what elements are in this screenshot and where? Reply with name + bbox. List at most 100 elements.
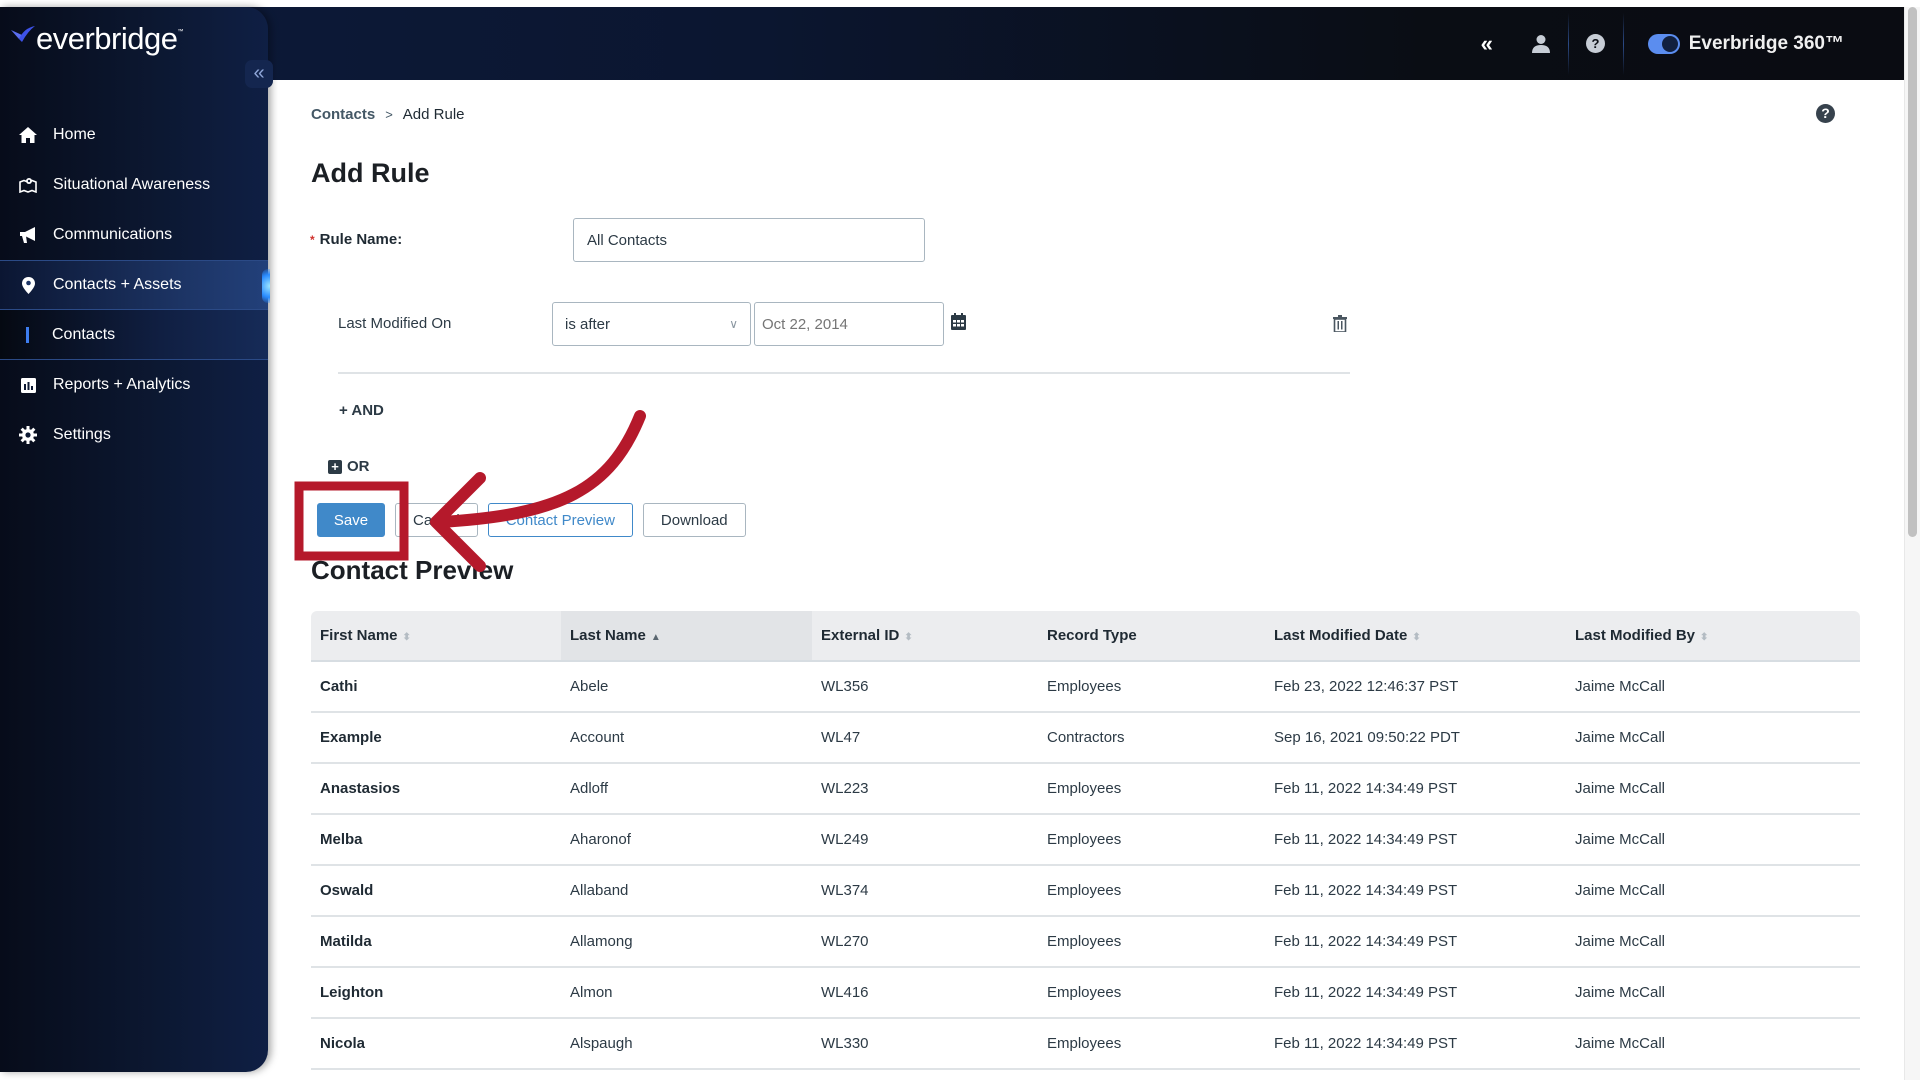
cell-last-name: Alspaugh [561, 1018, 812, 1070]
cell-external-id: WL356 [812, 661, 1038, 713]
sort-icon[interactable]: ⬍ [904, 632, 912, 643]
everbridge-logo[interactable]: everbridge ™ [10, 21, 183, 57]
table-row[interactable]: Leighton Almon WL416 Employees Feb 11, 2022 … [311, 967, 1860, 1019]
collapse-all-button[interactable]: « [1460, 7, 1514, 80]
sidebar-item-label: Contacts [52, 325, 116, 343]
sidebar-item-home[interactable]: Home [0, 110, 268, 160]
cell-last-modified-date: Sep 16, 2021 09:50:22 PDT [1265, 712, 1566, 764]
cell-last-modified-date: Feb 11, 2022 14:34:49 PST [1265, 865, 1566, 917]
column-header-label: External ID [821, 627, 900, 644]
everbridge-360-toggle[interactable] [1647, 33, 1680, 54]
column-header-record-type: Record Type [1038, 611, 1265, 662]
cell-last-modified-by: Jaime McCall [1566, 1018, 1860, 1070]
bottom-strip [0, 1072, 1904, 1080]
table-row[interactable]: Anastasios Adloff WL223 Employees Feb 11, 20… [311, 763, 1860, 815]
column-header-first-name[interactable]: First Name ⬍ [311, 611, 561, 662]
help-button[interactable]: ? [1569, 7, 1623, 80]
sort-icon[interactable]: ⬍ [1412, 632, 1420, 643]
form-actions: Save Cancel Contact Preview Download [317, 503, 746, 537]
table-row[interactable]: Example Account WL47 Contractors Sep 16, 202… [311, 712, 1860, 764]
logo-mark-icon [11, 26, 35, 42]
page-title: Add Rule [311, 158, 430, 188]
help-icon: ? [1586, 34, 1606, 53]
cell-external-id: WL249 [812, 814, 1038, 866]
cell-record-type: Employees [1038, 865, 1265, 917]
cancel-button[interactable]: Cancel [395, 503, 478, 537]
cell-first-name: Melba [311, 814, 561, 866]
plus-square-icon: + [328, 459, 342, 474]
column-header-last-modified-date[interactable]: Last Modified Date ⬍ [1265, 611, 1566, 662]
sidebar-item-reports-analytics[interactable]: Reports + Analytics [0, 360, 268, 410]
cell-external-id: WL47 [812, 712, 1038, 764]
add-and-condition-button[interactable]: + AND [339, 402, 384, 419]
calendar-icon[interactable] [951, 313, 966, 335]
location-marker-icon [18, 275, 38, 295]
svg-text:?: ? [1592, 36, 1600, 51]
cell-last-modified-by: Jaime McCall [1566, 763, 1860, 815]
cell-last-modified-date: Feb 11, 2022 14:34:49 PST [1265, 1018, 1566, 1070]
cell-last-name: Allaband [561, 865, 812, 917]
bar-chart-icon [18, 375, 38, 395]
user-profile-button[interactable] [1514, 7, 1568, 80]
sort-ascending-icon[interactable]: ▲ [651, 632, 661, 643]
contact-preview-table: First Name ⬍ Last Name ▲ External ID ⬍ Record … [311, 611, 1860, 1070]
sidebar-item-contacts-assets[interactable]: Contacts + Assets [0, 260, 270, 310]
add-or-group-button[interactable]: + OR [328, 458, 370, 475]
cell-last-modified-by: Jaime McCall [1566, 865, 1860, 917]
save-button[interactable]: Save [317, 503, 385, 537]
user-icon [1531, 34, 1550, 53]
double-chevron-left-icon: « [1480, 30, 1493, 56]
column-header-last-modified-by[interactable]: Last Modified By ⬍ [1566, 611, 1860, 662]
cell-last-modified-date: Feb 23, 2022 12:46:37 PST [1265, 661, 1566, 713]
cell-record-type: Employees [1038, 763, 1265, 815]
sidebar-item-situational-awareness[interactable]: Situational Awareness [0, 160, 268, 210]
cell-last-name: Account [561, 712, 812, 764]
condition-operator-select[interactable]: is after ∨ [552, 302, 751, 346]
chevron-down-icon: ∨ [729, 317, 738, 331]
breadcrumb: Contacts > Add Rule [311, 106, 465, 123]
column-header-last-name[interactable]: Last Name ▲ [561, 611, 812, 662]
everbridge-360-label: Everbridge 360™ [1688, 32, 1844, 54]
cell-first-name: Example [311, 712, 561, 764]
sidebar-subitem-contacts[interactable]: Contacts [0, 310, 268, 360]
home-icon [18, 125, 38, 145]
breadcrumb-current: Add Rule [402, 106, 465, 123]
cell-last-name: Allamong [561, 916, 812, 968]
sidebar-item-communications[interactable]: Communications [0, 210, 268, 260]
sidebar-item-label: Contacts + Assets [53, 276, 182, 293]
megaphone-icon [18, 225, 38, 245]
sort-icon[interactable]: ⬍ [1700, 632, 1708, 643]
sidebar-item-settings[interactable]: Settings [0, 410, 268, 460]
cell-first-name: Anastasios [311, 763, 561, 815]
table-row[interactable]: Cathi Abele WL356 Employees Feb 23, 2022 12:… [311, 661, 1860, 713]
page-scrollbar[interactable] [1904, 7, 1920, 1080]
sidebar-collapse-button[interactable]: « [245, 60, 273, 88]
breadcrumb-contacts-link[interactable]: Contacts [311, 106, 375, 123]
contact-preview-button[interactable]: Contact Preview [487, 503, 633, 537]
table-row[interactable]: Matilda Allamong WL270 Employees Feb 11, 202… [311, 916, 1860, 968]
delete-condition-icon[interactable] [1333, 315, 1347, 337]
sidebar-item-label: Settings [53, 426, 111, 443]
active-indicator [26, 326, 29, 343]
download-button[interactable]: Download [642, 503, 746, 537]
column-header-label: Last Modified By [1575, 627, 1696, 644]
sidebar-nav: Home Situational Awareness Communication… [0, 110, 270, 460]
cell-last-modified-date: Feb 11, 2022 14:34:49 PST [1265, 763, 1566, 815]
cell-last-modified-by: Jaime McCall [1566, 916, 1860, 968]
scrollbar-thumb[interactable] [1908, 7, 1917, 537]
rule-name-input[interactable] [573, 218, 925, 262]
condition-date-input[interactable] [754, 302, 944, 346]
double-chevron-left-icon: « [253, 62, 265, 84]
page-help-icon[interactable]: ? [1816, 104, 1835, 123]
cell-first-name: Cathi [311, 661, 561, 713]
sort-icon[interactable]: ⬍ [403, 632, 411, 643]
table-row[interactable]: Melba Aharonof WL249 Employees Feb 11, 2022 … [311, 814, 1860, 866]
cell-external-id: WL416 [812, 967, 1038, 1019]
cell-last-modified-by: Jaime McCall [1566, 967, 1860, 1019]
rule-name-label: * Rule Name: [310, 231, 403, 248]
column-header-label: Last Modified Date [1274, 627, 1408, 644]
column-header-external-id[interactable]: External ID ⬍ [812, 611, 1038, 662]
table-row[interactable]: Oswald Allaband WL374 Employees Feb 11, 2022… [311, 865, 1860, 917]
table-row[interactable]: Nicola Alspaugh WL330 Employees Feb 11, 2022… [311, 1018, 1860, 1070]
cell-last-modified-date: Feb 11, 2022 14:34:49 PST [1265, 916, 1566, 968]
